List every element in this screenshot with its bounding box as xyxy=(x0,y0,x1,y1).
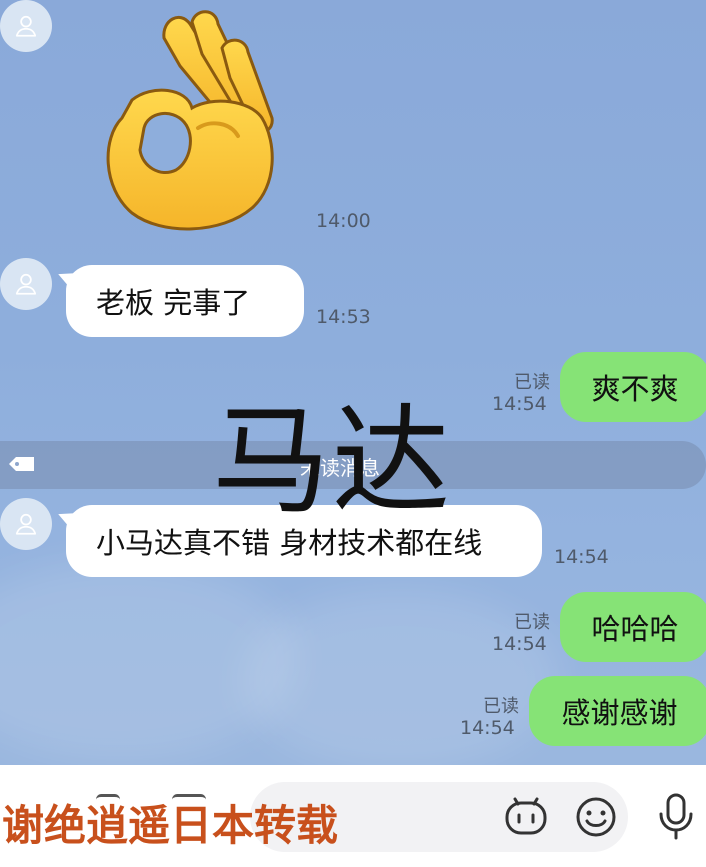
message-time: 14:54 xyxy=(492,633,547,655)
avatar[interactable] xyxy=(0,258,52,310)
message-text: 爽不爽 xyxy=(591,372,679,406)
watermark: 谢绝逍遥日本转载 xyxy=(2,801,339,850)
robot-icon xyxy=(505,797,547,835)
user-icon xyxy=(15,15,37,37)
message-time: 14:54 xyxy=(554,546,609,568)
outgoing-message-bubble[interactable]: 爽不爽 xyxy=(560,352,706,422)
robot-button[interactable] xyxy=(503,795,549,839)
voice-button[interactable] xyxy=(654,792,698,842)
ok-hand-emoji-icon xyxy=(106,10,274,231)
microphone-icon xyxy=(659,793,693,840)
read-status: 已读 xyxy=(514,612,550,633)
ok-hand-sticker[interactable] xyxy=(92,8,280,234)
read-status: 已读 xyxy=(514,372,550,393)
outgoing-message-bubble[interactable]: 哈哈哈 xyxy=(560,592,706,662)
message-text: 感谢感谢 xyxy=(561,696,678,730)
chat-area[interactable]: 14:00 老板 完事了 14:53 已读 14:54 爽不爽 未读消息 小马达… xyxy=(0,0,706,765)
message-time: 14:54 xyxy=(460,717,515,739)
message-time: 14:00 xyxy=(316,210,371,232)
user-icon xyxy=(15,513,37,535)
user-icon xyxy=(15,273,37,295)
message-text: 老板 完事了 xyxy=(96,286,251,320)
message-text: 哈哈哈 xyxy=(591,612,679,646)
overlay-caption: 马达 xyxy=(212,392,453,530)
incoming-message-bubble[interactable]: 老板 完事了 xyxy=(66,265,304,337)
emoji-button[interactable] xyxy=(574,795,618,839)
avatar[interactable] xyxy=(0,498,52,550)
outgoing-message-bubble[interactable]: 感谢感谢 xyxy=(529,676,706,746)
message-time: 14:54 xyxy=(492,393,547,415)
tag-icon xyxy=(9,457,34,471)
avatar[interactable] xyxy=(0,0,52,52)
message-time: 14:53 xyxy=(316,306,371,328)
emoji-icon xyxy=(576,797,616,837)
read-status: 已读 xyxy=(483,696,519,717)
